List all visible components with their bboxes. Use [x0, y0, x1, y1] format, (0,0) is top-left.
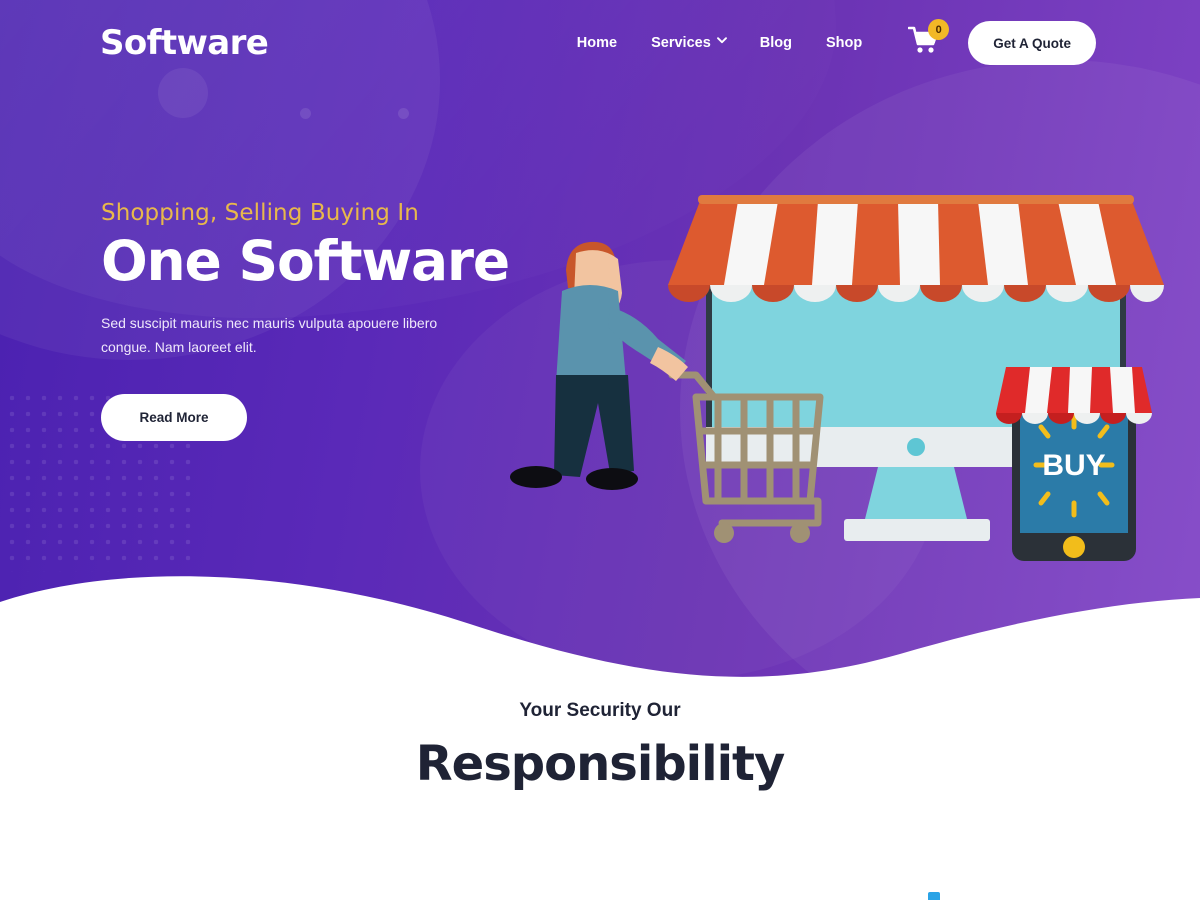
shopping-cart-illustration-icon: [668, 371, 824, 527]
navbar-right: Home Services Blog Shop 0 Get A Quote: [577, 19, 1096, 65]
security-section-title: Responsibility: [415, 736, 786, 792]
cart-wheel-left: [714, 523, 734, 543]
nav-item-services-label: Services: [651, 35, 711, 51]
mobile-phone-buy-icon: BUY: [996, 367, 1152, 561]
read-more-button[interactable]: Read More: [101, 393, 247, 441]
brand-logo[interactable]: Software: [100, 23, 269, 63]
landing-page: BUY Shopping, Selling Buying In One Soft…: [0, 0, 1200, 900]
shop-awning-icon: [668, 195, 1164, 302]
decorative-circle-small-b: [398, 108, 409, 119]
below-fold-card-peek: [928, 892, 940, 900]
hero-paragraph: Sed suscipit mauris nec mauris vulputa a…: [101, 315, 438, 356]
navbar: Software Home Services Blog Shop 0 Get A…: [0, 0, 1200, 86]
nav-item-shop[interactable]: Shop: [826, 35, 862, 51]
nav-item-services[interactable]: Services: [651, 35, 727, 51]
hero-section: BUY Shopping, Selling Buying In One Soft…: [0, 0, 1200, 680]
nav-item-shop-label: Shop: [825, 35, 863, 51]
phone-buy-label: BUY: [1042, 449, 1105, 482]
hero-eyebrow: Shopping, Selling Buying In: [101, 200, 419, 226]
nav-item-home-label: Home: [576, 35, 618, 51]
shopping-cart-icon: [907, 26, 940, 60]
nav-item-blog[interactable]: Blog: [760, 35, 792, 51]
cart-count-badge: 0: [928, 19, 950, 40]
security-section: Your Security Our Responsibility: [0, 700, 1200, 792]
hero-copy: Shopping, Selling Buying In One Software…: [101, 200, 571, 441]
security-section-subtitle: Your Security Our: [519, 700, 681, 721]
nav-item-blog-label: Blog: [759, 35, 792, 51]
cart-button[interactable]: 0: [907, 19, 950, 60]
nav-links: Home Services Blog Shop: [577, 35, 862, 51]
hero-title: One Software: [101, 229, 510, 293]
nav-item-home[interactable]: Home: [577, 35, 617, 51]
decorative-circle-small-a: [300, 108, 311, 119]
get-a-quote-button[interactable]: Get A Quote: [968, 21, 1096, 65]
hero-illustration: BUY: [500, 175, 1180, 575]
chevron-down-icon: [716, 36, 727, 46]
cart-wheel-right: [790, 523, 810, 543]
